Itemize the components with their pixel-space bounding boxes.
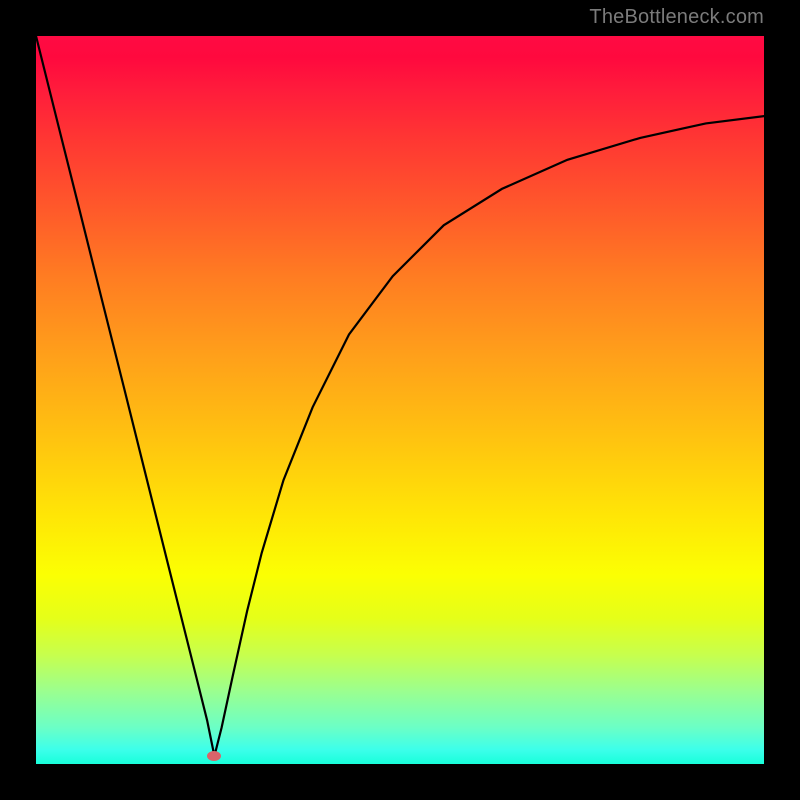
curve-svg: [36, 36, 764, 764]
bottleneck-curve-path: [36, 36, 764, 756]
attribution-link[interactable]: TheBottleneck.com: [589, 6, 764, 29]
bottleneck-plot: [36, 36, 764, 764]
minimum-marker: [207, 751, 221, 761]
